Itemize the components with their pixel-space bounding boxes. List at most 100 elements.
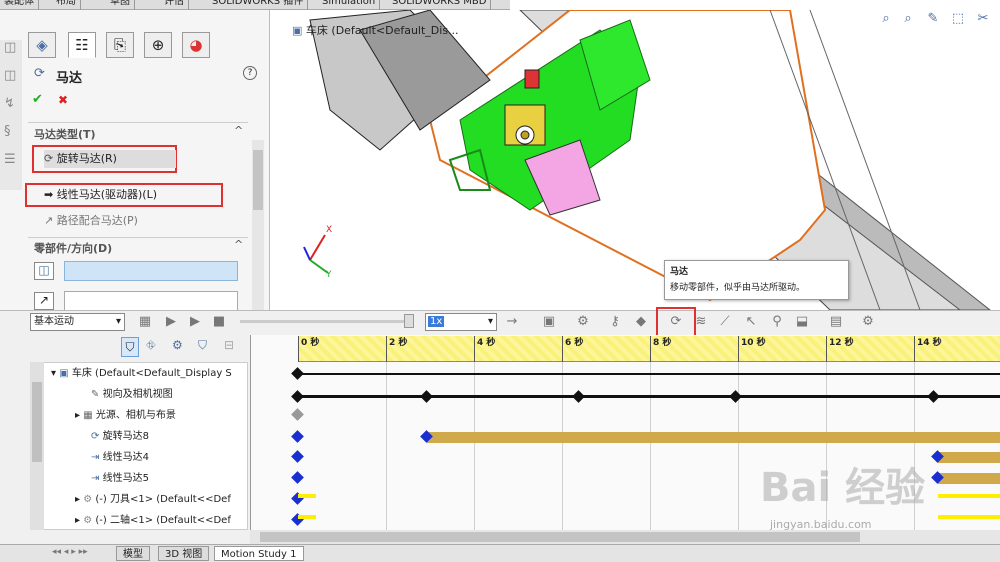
tab-assembly[interactable]: 装配体 xyxy=(0,0,39,10)
pm-scrollbar[interactable] xyxy=(252,140,264,310)
tree-flyout-label[interactable]: ▣ 车床 (Default<Default_Dis... xyxy=(292,22,459,38)
tab-sketch[interactable]: 草图 xyxy=(106,0,135,10)
collapse-icon[interactable]: ^ xyxy=(234,238,243,251)
collapse-icon[interactable]: ^ xyxy=(234,124,243,137)
expand-arrow-icon[interactable]: ▸ xyxy=(75,494,80,505)
layers-icon[interactable]: ◫ xyxy=(4,68,16,83)
tree-row-tool[interactable]: ▸ ⚙ (-) 刀具<1> (Default<<Def xyxy=(31,489,249,510)
filter-results-icon[interactable]: ⛉ xyxy=(198,338,207,353)
routing-icon[interactable]: ↯ xyxy=(4,96,15,111)
autokey-icon[interactable]: ⚷ xyxy=(606,312,624,332)
play-from-start-icon[interactable]: ▶ xyxy=(162,312,180,332)
direction-icon: ↗ xyxy=(34,292,54,310)
stop-icon[interactable]: ■ xyxy=(210,312,228,332)
tab-feature-manager[interactable]: ◈ xyxy=(28,32,56,58)
feature-tree-icon: ◈ xyxy=(36,36,48,54)
timeline-slider-thumb[interactable] xyxy=(404,314,414,328)
motor-tooltip: 马达 移动零部件，似乎由马达所驱动。 xyxy=(664,260,849,300)
gravity-icon[interactable]: ⬓ xyxy=(793,312,811,332)
cable-icon[interactable]: § xyxy=(4,124,11,139)
motor-icon[interactable]: ⟳ xyxy=(667,312,685,332)
tab-configuration-manager[interactable]: ⎘ xyxy=(106,32,134,58)
pm-scrollbar-thumb[interactable] xyxy=(253,150,263,210)
tree-scrollbar-thumb[interactable] xyxy=(32,382,42,462)
task-pane-strip: ◫ ◫ ↯ § ☰ xyxy=(0,40,22,190)
tab-evaluate[interactable]: 评估 xyxy=(160,0,189,10)
tree-row-linear-motor-4[interactable]: ⇥ 线性马达4 xyxy=(31,447,249,468)
spring-icon[interactable]: ≋ xyxy=(692,312,710,332)
filter-driving-icon[interactable]: ⛗ xyxy=(146,338,156,353)
study-type-select[interactable]: 基本运动 ▾ xyxy=(30,313,125,331)
add-key-icon[interactable]: ◆ xyxy=(632,312,650,332)
zoom-fit-icon[interactable]: ⌕ xyxy=(878,11,894,27)
tab-model[interactable]: 模型 xyxy=(116,546,150,561)
tree-scrollbar[interactable] xyxy=(30,362,44,530)
tree-row-assembly[interactable]: ▾ ▣ 车床 (Default<Default_Display S xyxy=(31,363,249,384)
timeline-slider[interactable] xyxy=(240,320,410,323)
tick-10s: 10 秒 xyxy=(738,336,766,362)
tab-display-manager[interactable]: ◕ xyxy=(182,32,210,58)
contact-icon[interactable]: ⚲ xyxy=(768,312,786,332)
part-icon[interactable]: ◫ xyxy=(4,40,16,55)
tick-4s: 4 秒 xyxy=(474,336,495,362)
tick-2s: 2 秒 xyxy=(386,336,407,362)
tab-motion-study-1[interactable]: Motion Study 1 xyxy=(214,546,304,561)
option-path-mate-motor[interactable]: ↗ 路径配合马达(P) xyxy=(44,212,138,230)
crosshair-icon: ⊕ xyxy=(151,36,165,54)
tab-layout[interactable]: 布局 xyxy=(52,0,81,10)
tick-0s: 0 秒 xyxy=(298,336,319,362)
component-icon: ◫ xyxy=(34,262,54,280)
camera-view-icon: ✎ xyxy=(91,389,100,400)
tree-row-rotary-motor[interactable]: ⟳ 旋转马达8 xyxy=(31,426,249,447)
expand-arrow-icon[interactable]: ▾ xyxy=(51,368,56,379)
expand-arrow-icon[interactable]: ▸ xyxy=(75,410,80,421)
results-icon[interactable]: ▤ xyxy=(827,312,845,332)
tab-mbd[interactable]: SOLIDWORKS MBD xyxy=(388,0,492,10)
tab-addins[interactable]: SOLIDWORKS 插件 xyxy=(208,0,309,10)
animation-wizard-icon[interactable]: ⚙ xyxy=(574,312,592,332)
playback-speed-select[interactable]: 1x ▾ xyxy=(425,313,497,331)
tab-3d-view[interactable]: 3D 视图 xyxy=(158,546,210,561)
library-icon[interactable]: ☰ xyxy=(4,152,16,167)
option-linear-motor[interactable]: ➡ 线性马达(驱动器)(L) xyxy=(44,186,157,204)
direction-selection-field[interactable] xyxy=(64,291,238,311)
timeline-hscrollbar[interactable] xyxy=(250,530,1000,544)
tree-row-linear-motor-5[interactable]: ⇥ 线性马达5 xyxy=(31,468,249,489)
help-button[interactable]: ? xyxy=(243,66,257,80)
previous-view-icon[interactable]: ✎ xyxy=(925,11,941,27)
filter-animated-icon[interactable]: ⛉ xyxy=(121,337,139,357)
tick-6s: 6 秒 xyxy=(562,336,583,362)
timeline-hscrollbar-thumb[interactable] xyxy=(260,532,860,542)
tree-row-shaft[interactable]: ▸ ⚙ (-) 二轴<1> (Default<<Def xyxy=(31,510,249,531)
option-rotary-motor[interactable]: ⟳ 旋转马达(R) xyxy=(44,150,176,168)
cancel-button[interactable]: ✖ xyxy=(58,93,68,107)
expand-arrow-icon[interactable]: ▸ xyxy=(75,515,80,526)
divider xyxy=(28,237,248,238)
calculate-icon[interactable]: ▦ xyxy=(136,312,154,332)
ok-button[interactable]: ✔ xyxy=(32,92,43,107)
tree-row-lights[interactable]: ▸ ▦ 光源、相机与布景 xyxy=(31,405,249,426)
zoom-area-icon[interactable]: ⌕ xyxy=(900,11,916,27)
timeline-ruler[interactable]: 0 秒 2 秒 4 秒 6 秒 8 秒 10 秒 12 秒 14 秒 xyxy=(298,336,1000,362)
section-view-icon[interactable]: ⬚ xyxy=(950,11,966,27)
collapse-all-icon[interactable]: ⊟ xyxy=(224,338,234,352)
tab-property-manager[interactable]: ☷ xyxy=(68,32,96,58)
graphics-viewport[interactable]: ▣ 车床 (Default<Default_Dis... X Y ⌕ ⌕ ✎ ⬚… xyxy=(270,10,1000,310)
force-icon[interactable]: ↖ xyxy=(742,312,760,332)
tab-scroll-arrows-icon[interactable]: ◂◂ ◂ ▸ ▸▸ xyxy=(52,547,88,557)
part-icon: ⚙ xyxy=(83,494,93,505)
save-animation-icon[interactable]: ▣ xyxy=(540,312,558,332)
tab-simulation[interactable]: Simulation xyxy=(318,0,381,10)
component-selection-field[interactable] xyxy=(64,261,238,281)
play-icon[interactable]: ▶ xyxy=(186,312,204,332)
study-properties-icon[interactable]: ⚙ xyxy=(859,312,877,332)
linear-motor-icon: ⇥ xyxy=(91,473,100,484)
dynamic-annotation-icon[interactable]: ✂ xyxy=(975,11,991,27)
track-shaft xyxy=(938,515,1000,519)
tree-row-view-orientation[interactable]: ✎ 视向及相机视图 xyxy=(31,384,249,405)
damper-icon[interactable]: ⟋ xyxy=(716,312,734,332)
assembly-icon: ▣ xyxy=(292,24,303,37)
playback-mode-icon[interactable]: → xyxy=(503,312,521,332)
filter-selected-icon[interactable]: ⚙ xyxy=(172,338,183,352)
tab-dimxpert[interactable]: ⊕ xyxy=(144,32,172,58)
